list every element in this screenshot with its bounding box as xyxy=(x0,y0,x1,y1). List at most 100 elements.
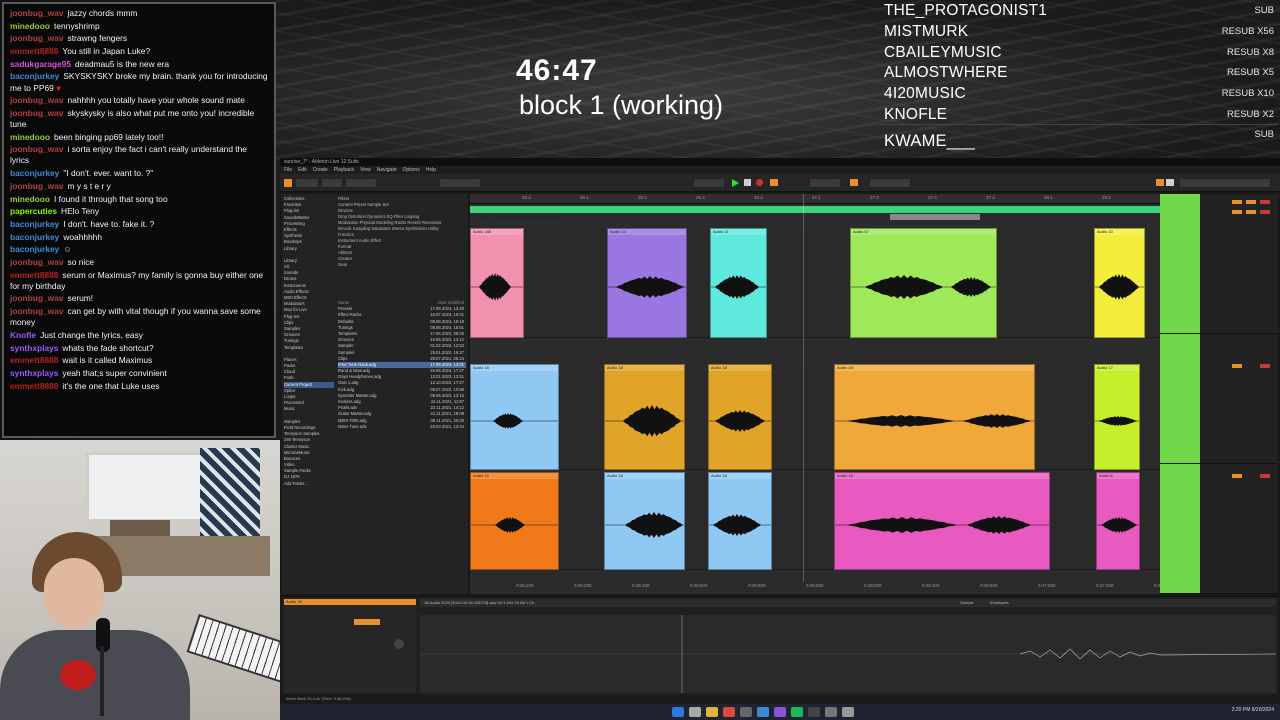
automation-arm-icon[interactable] xyxy=(770,179,778,186)
arrangement-position[interactable] xyxy=(694,179,724,187)
tab-envelopes[interactable]: Envelopes xyxy=(990,599,1009,607)
chat-username[interactable]: joonbug_wav xyxy=(10,293,64,303)
menu-item[interactable]: File xyxy=(284,167,292,173)
group-clip-bar[interactable]: C#4_P69_sunrh_Pre_Refrain_Vocal_Grpp_Cho… xyxy=(470,206,1160,220)
chat-username[interactable]: minedooo xyxy=(10,132,50,142)
chat-username[interactable]: minedooo xyxy=(10,21,50,31)
obs-icon[interactable] xyxy=(825,707,837,717)
menu-item[interactable]: Options xyxy=(402,167,419,173)
search-icon[interactable] xyxy=(689,707,701,717)
chat-username[interactable]: minedooo xyxy=(10,194,50,204)
arm-button[interactable] xyxy=(1260,200,1270,204)
chat-username[interactable]: joonbug_wav xyxy=(10,306,64,316)
chat-username[interactable]: joonbug_wav xyxy=(10,257,64,267)
chat-username[interactable]: joonbug_wav xyxy=(10,181,64,191)
arm-button[interactable] xyxy=(1260,364,1270,368)
audio-clip[interactable]: Audio 17 xyxy=(1094,364,1140,470)
midi-map-icon[interactable] xyxy=(1166,179,1174,186)
sample-waveform[interactable] xyxy=(420,615,1277,693)
audio-clip[interactable]: Audio 18 xyxy=(834,472,1050,570)
spotify-icon[interactable] xyxy=(791,707,803,717)
time-ruler[interactable]: 0:46:100 0:46:200 0:46:400 0:46:600 0:46:800… xyxy=(470,582,1172,594)
tempo-field[interactable] xyxy=(296,179,318,187)
solo-button[interactable] xyxy=(1246,200,1256,204)
tag-filter-row[interactable]: Gear xyxy=(338,262,466,268)
browser-sidebar-item[interactable]: Add Folder... xyxy=(284,481,334,487)
menu-item[interactable]: Playback xyxy=(334,167,354,173)
chat-username[interactable]: joonbug_wav xyxy=(10,33,64,43)
menu-item[interactable]: Create xyxy=(313,167,328,173)
clip-name[interactable]: Audio 18 xyxy=(284,599,416,605)
playhead[interactable] xyxy=(803,194,804,594)
track-lane-3[interactable]: Audio 19 Audio 18 Audio 18 Audio 18 Audio 6 xyxy=(470,472,1160,570)
chat-username[interactable]: emmett8888 xyxy=(10,381,58,391)
audio-clip[interactable]: Audio 6 xyxy=(1096,472,1140,570)
chat-username[interactable]: baconjurkey xyxy=(10,244,59,254)
key-map-icon[interactable] xyxy=(1156,179,1164,186)
audio-clip[interactable]: Audio 18 xyxy=(834,364,1035,470)
chat-username[interactable]: baconjurkey xyxy=(10,232,59,242)
ableton-icon[interactable] xyxy=(808,707,820,717)
time-signature[interactable] xyxy=(322,179,342,187)
menu-item[interactable]: Navigate xyxy=(377,167,397,173)
menu-item[interactable]: Help xyxy=(426,167,436,173)
app-icon[interactable] xyxy=(757,707,769,717)
chat-username[interactable]: emmett8888 xyxy=(10,270,58,280)
menu-bar[interactable]: File Edit Create Playback View Navigate Option… xyxy=(280,166,1280,174)
audio-clip[interactable]: Audio 18 xyxy=(470,364,559,470)
warp-button[interactable] xyxy=(354,619,380,625)
audio-clip[interactable]: Audio 18 xyxy=(708,364,772,470)
discord-icon[interactable] xyxy=(774,707,786,717)
track-activator[interactable] xyxy=(1232,210,1242,214)
audio-clip[interactable]: Audio 57 xyxy=(850,228,997,338)
locator-bar[interactable] xyxy=(890,214,980,220)
chat-username[interactable]: joonbug_wav xyxy=(10,95,64,105)
chat-username[interactable]: emmett8888 xyxy=(10,46,58,56)
audio-clip[interactable]: Audio 18 xyxy=(604,472,685,570)
chrome-icon[interactable] xyxy=(723,707,735,717)
folder-icon[interactable] xyxy=(706,707,718,717)
chat-username[interactable]: papercuties xyxy=(10,206,57,216)
audio-clip[interactable]: Audio 11 xyxy=(710,228,767,338)
chat-username[interactable]: joonbug_wav xyxy=(10,144,64,154)
beat-ruler[interactable]: 25.4 26.1 26.2 26.3 26.4 27.1 27.2 27.3 27.4 28.1… xyxy=(470,194,1169,204)
audio-clip[interactable]: Audio 19 xyxy=(470,472,559,570)
solo-button[interactable] xyxy=(1246,210,1256,214)
chat-username[interactable]: synthxplays xyxy=(10,343,58,353)
settings-icon[interactable] xyxy=(740,707,752,717)
chat-username[interactable]: baconjurkey xyxy=(10,219,59,229)
arm-button[interactable] xyxy=(1260,474,1270,478)
play-icon[interactable] xyxy=(732,179,739,187)
start-icon[interactable] xyxy=(672,707,684,717)
track-activator[interactable] xyxy=(1232,200,1242,204)
record-icon[interactable] xyxy=(756,179,763,186)
chat-username[interactable]: baconjurkey xyxy=(10,168,59,178)
audio-clip[interactable]: Audio 188 xyxy=(470,228,524,338)
chat-username[interactable]: joonbug_wav xyxy=(10,8,64,18)
menu-item[interactable]: Edit xyxy=(298,167,307,173)
chat-username[interactable]: baconjurkey xyxy=(10,71,59,81)
loop-length-field[interactable] xyxy=(870,179,910,187)
menu-item[interactable]: View xyxy=(360,167,371,173)
audio-clip[interactable]: Audio 10 xyxy=(1094,228,1145,338)
loop-start-field[interactable] xyxy=(810,179,840,187)
track-lane-2[interactable]: Audio 18 Audio 18 Audio 18 Audio 18 Audio 17 xyxy=(470,364,1160,470)
loop-switch-icon[interactable] xyxy=(850,179,858,186)
audio-clip[interactable]: Audio 14 xyxy=(607,228,687,338)
chat-username[interactable]: synthxplays xyxy=(10,368,58,378)
track-activator[interactable] xyxy=(1232,364,1242,368)
ableton-window[interactable]: sunrise_7* - Ableton Live 12 Suite File E… xyxy=(280,158,1280,704)
chat-username[interactable]: Knofle xyxy=(10,330,36,340)
transpose-knob[interactable] xyxy=(394,639,404,649)
arrangement-view[interactable]: 25.4 26.1 26.2 26.3 26.4 27.1 27.2 27.3 27.4 28.1… xyxy=(470,194,1172,594)
misc-app-icon[interactable] xyxy=(842,707,854,717)
file-row[interactable]: Noter Tune.adv 28.03.2021, 13:44 xyxy=(338,424,466,430)
chat-username[interactable]: emmett8888 xyxy=(10,355,58,365)
chat-username[interactable]: sadukgarage95 xyxy=(10,59,71,69)
track-lane-1[interactable]: Audio 188 Audio 14 Audio 11 Audio 57 Audio 1… xyxy=(470,228,1160,338)
metronome-button[interactable] xyxy=(346,179,376,187)
tab-sample[interactable]: Sample xyxy=(960,599,974,607)
stop-icon[interactable] xyxy=(744,179,751,186)
clock[interactable]: 2:20 PM 8/20/2024 xyxy=(1232,707,1274,713)
tap-button[interactable] xyxy=(284,179,292,187)
